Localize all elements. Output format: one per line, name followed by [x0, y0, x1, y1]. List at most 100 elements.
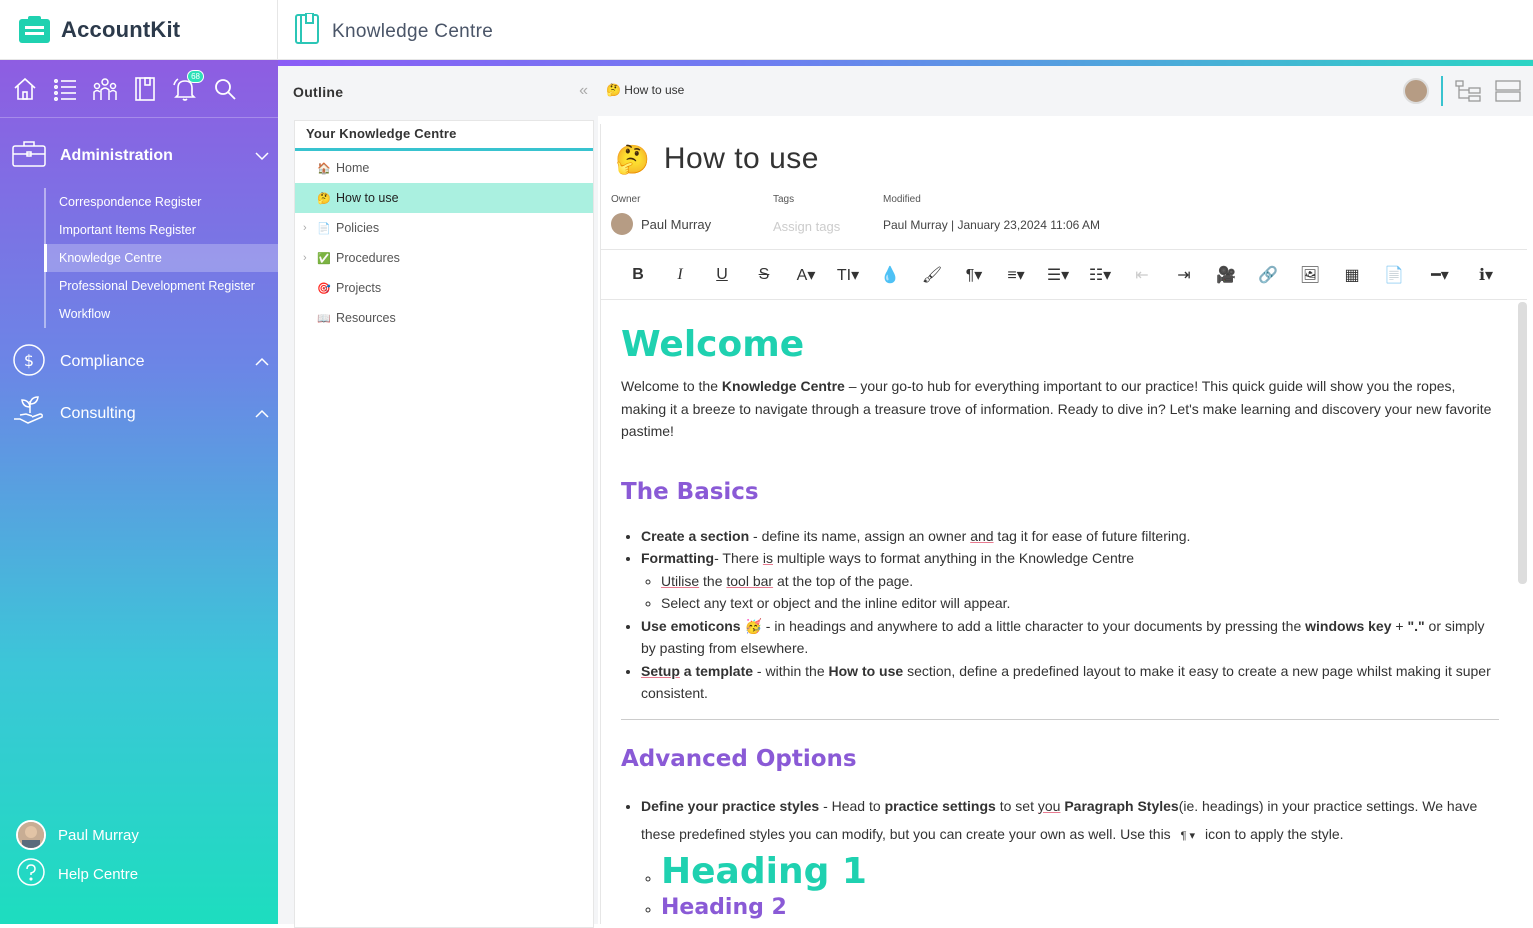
image-icon[interactable]: 🖼	[1289, 265, 1331, 285]
outline-item-procedures[interactable]: › ✅ Procedures	[295, 243, 593, 273]
chevron-up-icon[interactable]	[254, 354, 270, 372]
sidebar-item-important-items-register[interactable]: Important Items Register	[46, 216, 278, 244]
people-icon[interactable]	[92, 76, 118, 102]
bold-button[interactable]: B	[617, 266, 659, 284]
basics-list: Create a section - define its name, assi…	[621, 525, 1499, 705]
strikethrough-button[interactable]: S	[743, 266, 785, 284]
notifications-bell-icon[interactable]: 68	[172, 69, 204, 102]
app-name: AccountKit	[61, 17, 181, 42]
check-emoji-icon: ✅	[317, 253, 331, 265]
align-button[interactable]: ≡▾	[995, 265, 1037, 285]
document-panel: 🤔 How to use Owner Paul Murray Tags Assi…	[600, 124, 1527, 924]
paragraph-style-icon: ¶ ▾	[1180, 829, 1196, 842]
underline-button[interactable]: U	[701, 266, 743, 284]
outline-item-home[interactable]: 🏠 Home	[295, 153, 593, 183]
sidebar-item-professional-development-register[interactable]: Professional Development Register	[46, 272, 278, 300]
outline-tree: Your Knowledge Centre 🏠 Home 🤔 How to use …	[294, 120, 594, 928]
nav-section-label: Administration	[60, 147, 173, 164]
thinking-emoji-icon: 🤔	[317, 193, 331, 205]
list-item: Heading 2	[661, 894, 1499, 923]
list-item: Setup a template - within the How to use…	[641, 660, 1499, 705]
sidebar-item-workflow[interactable]: Workflow	[46, 300, 278, 328]
heading-welcome: Welcome	[621, 324, 805, 365]
notebook-icon[interactable]	[132, 76, 158, 102]
link-icon[interactable]: 🔗	[1247, 265, 1289, 285]
accountkit-logo-icon	[18, 16, 51, 44]
list-item: Utilise the tool bar at the top of the p…	[661, 570, 1499, 593]
sidebar-icon-row: 68	[0, 60, 278, 118]
nav-section-compliance[interactable]: $ Compliance	[0, 336, 278, 388]
chevron-right-icon[interactable]: ›	[303, 243, 307, 273]
owner-field[interactable]: Owner Paul Murray	[611, 194, 711, 235]
sidebar-item-correspondence-register[interactable]: Correspondence Register	[46, 188, 278, 216]
sidebar-item-knowledge-centre[interactable]: Knowledge Centre	[44, 244, 278, 272]
editor-content[interactable]: Welcome Welcome to the Knowledge Centre …	[601, 302, 1519, 924]
outline-item-projects[interactable]: 🎯 Projects	[295, 273, 593, 303]
tags-field[interactable]: Tags Assign tags	[773, 194, 840, 234]
outline-item-label: How to use	[336, 191, 399, 205]
sidebar: 68 Administration Correspondence Registe…	[0, 60, 278, 924]
notebook-icon	[294, 12, 320, 50]
outdent-button[interactable]: ⇤	[1121, 265, 1163, 285]
tags-label: Tags	[773, 194, 795, 205]
layout-rows-icon[interactable]	[1495, 80, 1521, 102]
info-button[interactable]: ℹ▾	[1465, 265, 1507, 285]
help-centre-label: Help Centre	[58, 865, 139, 883]
font-color-button[interactable]: A▾	[785, 265, 827, 285]
paint-brush-icon[interactable]: 🖌	[911, 265, 953, 285]
pdf-icon[interactable]: 📄	[1373, 265, 1415, 285]
chevron-right-icon[interactable]: ›	[303, 213, 307, 243]
list-item: Select any text or object and the inline…	[661, 592, 1499, 615]
page-title-text[interactable]: How to use	[664, 142, 819, 176]
fill-color-icon[interactable]: 💧	[869, 265, 911, 285]
home-icon[interactable]	[12, 76, 38, 102]
hand-plant-icon	[12, 395, 46, 434]
editor-toolbar: B I U S A▾ TI▾ 💧 🖌 ¶▾ ≡▾ ☰▾ ☷▾ ⇤ ⇥ 🎥 🔗 🖼…	[601, 250, 1527, 300]
user-profile[interactable]: Paul Murray	[16, 820, 139, 850]
nav-section-consulting[interactable]: Consulting	[0, 388, 278, 440]
user-name: Paul Murray	[58, 826, 139, 844]
scrollbar[interactable]	[1518, 302, 1527, 584]
chevron-down-icon[interactable]	[254, 148, 270, 166]
document-emoji-icon: 📄	[317, 223, 331, 235]
breadcrumb-item[interactable]: How to use	[624, 83, 684, 97]
list-item: Create a section - define its name, assi…	[641, 525, 1499, 548]
search-icon[interactable]	[212, 76, 238, 102]
breadcrumb-bar: 🤔 How to use	[598, 66, 1533, 116]
outline-item-resources[interactable]: 📖 Resources	[295, 303, 593, 333]
collapse-icon[interactable]: «	[579, 82, 588, 100]
outline-item-policies[interactable]: › 📄 Policies	[295, 213, 593, 243]
outline-item-label: Procedures	[336, 251, 400, 265]
app-logo[interactable]: AccountKit	[0, 0, 278, 60]
sample-heading-1: Heading 1	[661, 850, 867, 892]
outline-item-label: Projects	[336, 281, 382, 295]
chevron-up-icon[interactable]	[254, 406, 270, 424]
paragraph-style-button[interactable]: ¶▾	[953, 265, 995, 285]
italic-button[interactable]: I	[659, 266, 701, 284]
horizontal-line-button[interactable]: ━▾	[1415, 265, 1465, 285]
list-item: Formatting- There is multiple ways to fo…	[641, 547, 1499, 615]
help-centre-link[interactable]: Help Centre	[16, 857, 138, 891]
administration-subnav: Correspondence Register Important Items …	[44, 188, 278, 328]
owner-label: Owner	[611, 194, 641, 205]
divider	[1441, 76, 1443, 106]
intro-paragraph: Welcome to the Knowledge Centre – your g…	[621, 378, 1492, 439]
thinking-emoji-icon: 🤔	[615, 143, 650, 175]
video-icon[interactable]: 🎥	[1205, 265, 1247, 285]
outline-root[interactable]: Your Knowledge Centre	[295, 121, 593, 151]
tree-view-icon[interactable]	[1455, 80, 1481, 102]
nav-section-administration[interactable]: Administration	[0, 130, 278, 182]
list-icon[interactable]	[52, 76, 78, 102]
indent-button[interactable]: ⇥	[1163, 265, 1205, 285]
table-icon[interactable]: ▦	[1331, 265, 1373, 285]
outline-item-label: Home	[336, 161, 370, 175]
ordered-list-button[interactable]: ☰▾	[1037, 265, 1079, 285]
outline-item-how-to-use[interactable]: 🤔 How to use	[295, 183, 593, 213]
heading-advanced-options: Advanced Options	[621, 745, 857, 772]
font-size-button[interactable]: TI▾	[827, 265, 869, 285]
nav-section-label: Compliance	[60, 353, 145, 370]
unordered-list-button[interactable]: ☷▾	[1079, 265, 1121, 285]
tags-placeholder[interactable]: Assign tags	[773, 219, 840, 234]
house-emoji-icon: 🏠	[317, 163, 331, 175]
avatar[interactable]	[1403, 78, 1429, 104]
